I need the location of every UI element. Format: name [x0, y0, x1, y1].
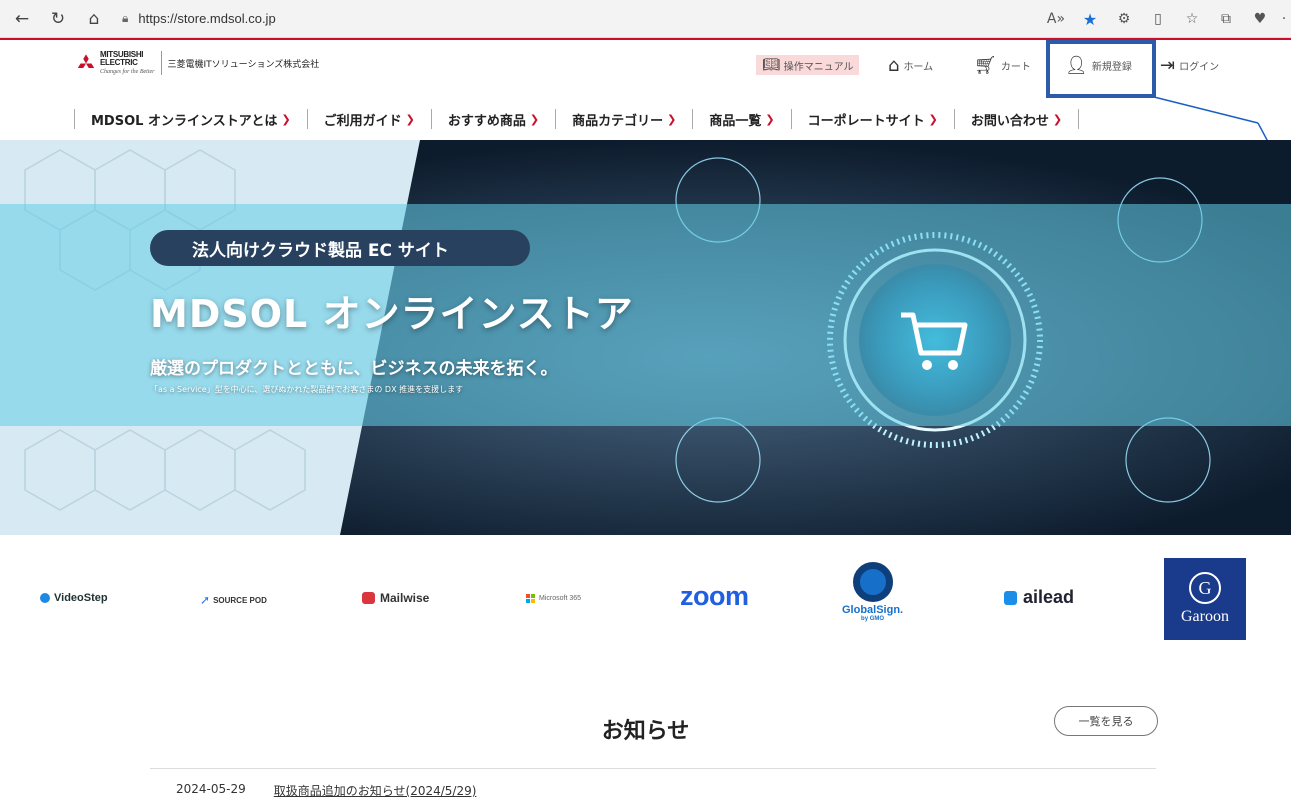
chevron-down-icon: ❯ [667, 112, 677, 126]
chevron-down-icon: ❯ [1052, 112, 1063, 126]
reload-icon[interactable]: ↻ [44, 5, 72, 33]
register-highlight-box [1046, 40, 1156, 98]
mailwise-icon [362, 592, 375, 604]
browser-essentials-icon[interactable]: ♥ [1243, 11, 1277, 27]
logo-line-2: ELECTRIC [100, 58, 138, 67]
house-icon: ⌂ [888, 55, 900, 76]
hero-pill-label: 法人向けクラウド製品 EC サイト [150, 230, 530, 266]
nav-products[interactable]: 商品一覧 ❯ [692, 109, 790, 129]
garoon-text: Garoon [1181, 608, 1229, 625]
address-bar[interactable]: 🔒︎ https://store.mdsol.co.jp [122, 6, 882, 32]
globalsign-logo[interactable]: GlobalSign. by GMO [842, 562, 903, 622]
url-text[interactable]: https://store.mdsol.co.jp [138, 11, 275, 26]
chevron-down-icon: ❯ [928, 112, 938, 126]
microsoft365-text: Microsoft 365 [539, 595, 582, 602]
microsoft-squares-icon [526, 594, 535, 603]
ailead-logo[interactable]: ailead [1004, 587, 1074, 608]
ailead-text: ailead [1023, 587, 1075, 607]
home-icon[interactable]: ⌂ [80, 5, 108, 33]
book-icon: 📖︎ [762, 57, 780, 73]
logo-tagline: Changes for the Better [100, 69, 155, 75]
partner-logos: VideoStep ➚ SOURCE POD Mailwise Microsof… [0, 555, 1291, 645]
favorites-icon[interactable]: ☆ [1175, 11, 1209, 27]
company-name: 三菱電機ITソリューションズ株式会社 [167, 59, 320, 70]
mailwise-logo[interactable]: Mailwise [362, 591, 429, 605]
nav-label: 商品一覧 [709, 113, 762, 129]
nav-categories[interactable]: 商品カテゴリー ❯ [555, 109, 692, 129]
hero-subtitle: 厳選のプロダクトとともに、ビジネスの未来を拓く。 [150, 359, 558, 379]
ailead-icon [1004, 590, 1017, 605]
home-label: ホーム [903, 62, 934, 73]
login-door-icon: ⇥ [1160, 55, 1176, 76]
main-navigation: MDSOL オンラインストアとは ❯ ご利用ガイド ❯ おすすめ商品 ❯ 商品カテゴリ… [0, 98, 1291, 140]
nav-label: ご利用ガイド [323, 113, 402, 129]
garoon-g-icon: G [1189, 572, 1221, 604]
globalsign-by: by GMO [861, 616, 885, 622]
chevron-down-icon: ❯ [405, 112, 415, 126]
lock-icon[interactable]: 🔒︎ [122, 11, 128, 26]
hero-note: 「as a Service」型を中心に、選びぬかれた製品群でお客さまの DX 推… [150, 385, 464, 394]
zoom-logo[interactable]: zoom [680, 581, 749, 612]
sourcepod-logo[interactable]: ➚ SOURCE POD [200, 593, 267, 607]
nav-label: おすすめ商品 [447, 113, 526, 129]
nav-contact[interactable]: お問い合わせ ❯ [953, 109, 1080, 129]
company-logo[interactable]: MITSUBISHI ELECTRIC Changes for the Bett… [76, 51, 319, 75]
globalsign-eye-icon [852, 562, 893, 602]
zoom-text: zoom [680, 581, 749, 611]
cart-icon [901, 312, 968, 370]
microsoft365-logo[interactable]: Microsoft 365 [526, 594, 581, 603]
view-all-news-button[interactable]: 一覧を見る [1054, 706, 1158, 736]
nav-guide[interactable]: ご利用ガイド ❯ [306, 109, 431, 129]
extensions-icon[interactable]: ⚙ [1107, 11, 1141, 27]
read-aloud-icon[interactable]: A» [1039, 11, 1073, 27]
nav-corporate[interactable]: コーポレートサイト ❯ [790, 109, 954, 129]
chevron-down-icon: ❯ [281, 112, 291, 126]
nav-label: お問い合わせ [970, 113, 1049, 129]
nav-label: コーポレートサイト [807, 113, 925, 129]
login-label: ログイン [1179, 62, 1220, 73]
nav-label: MDSOL オンラインストアとは [91, 113, 278, 129]
manual-link[interactable]: 📖︎ 操作マニュアル [756, 55, 860, 75]
collections-icon[interactable]: ⧉ [1209, 11, 1243, 27]
logo-divider [160, 51, 162, 75]
chevron-down-icon: ❯ [765, 112, 775, 126]
mailwise-text: Mailwise [380, 591, 430, 605]
sourcepod-text: SOURCE POD [213, 595, 267, 605]
news-divider [150, 768, 1156, 769]
videostep-logo[interactable]: VideoStep [40, 592, 108, 604]
hero-title: MDSOL オンラインストア [150, 292, 634, 336]
videostep-icon [40, 593, 50, 603]
back-icon[interactable]: ← [8, 5, 36, 33]
manual-label: 操作マニュアル [783, 61, 854, 73]
mitsubishi-diamonds-icon [77, 54, 95, 68]
browser-toolbar: ← ↻ ⌂ 🔒︎ https://store.mdsol.co.jp A» ★ … [0, 0, 1291, 38]
sourcepod-icon: ➚ [200, 593, 211, 607]
garoon-logo[interactable]: G Garoon [1164, 558, 1246, 640]
more-icon[interactable]: · [1277, 11, 1291, 27]
hero-banner[interactable]: 法人向けクラウド製品 EC サイト MDSOL オンラインストア 厳選のプロダク… [0, 140, 1291, 535]
chevron-down-icon: ❯ [529, 112, 540, 126]
login-link[interactable]: ⇥ ログイン [1160, 55, 1219, 76]
news-date: 2024-05-29 [176, 782, 246, 796]
split-screen-icon[interactable]: ▯ [1141, 11, 1175, 27]
favorite-star-icon[interactable]: ★ [1073, 10, 1107, 29]
home-link[interactable]: ⌂ ホーム [888, 55, 933, 76]
nav-about[interactable]: MDSOL オンラインストアとは ❯ [74, 109, 307, 129]
nav-label: 商品カテゴリー [572, 113, 664, 129]
videostep-text: VideoStep [54, 592, 108, 604]
cart-link[interactable]: 🛒︎ カート [974, 55, 1031, 76]
nav-recommended[interactable]: おすすめ商品 ❯ [430, 109, 555, 129]
globalsign-text: GlobalSign. [842, 604, 904, 616]
cart-label: カート [1000, 62, 1031, 73]
news-item[interactable]: 2024-05-29 取扱商品追加のお知らせ(2024/5/29) [176, 782, 476, 799]
news-link[interactable]: 取扱商品追加のお知らせ(2024/5/29) [274, 782, 477, 799]
cart-icon: 🛒︎ [974, 55, 997, 76]
